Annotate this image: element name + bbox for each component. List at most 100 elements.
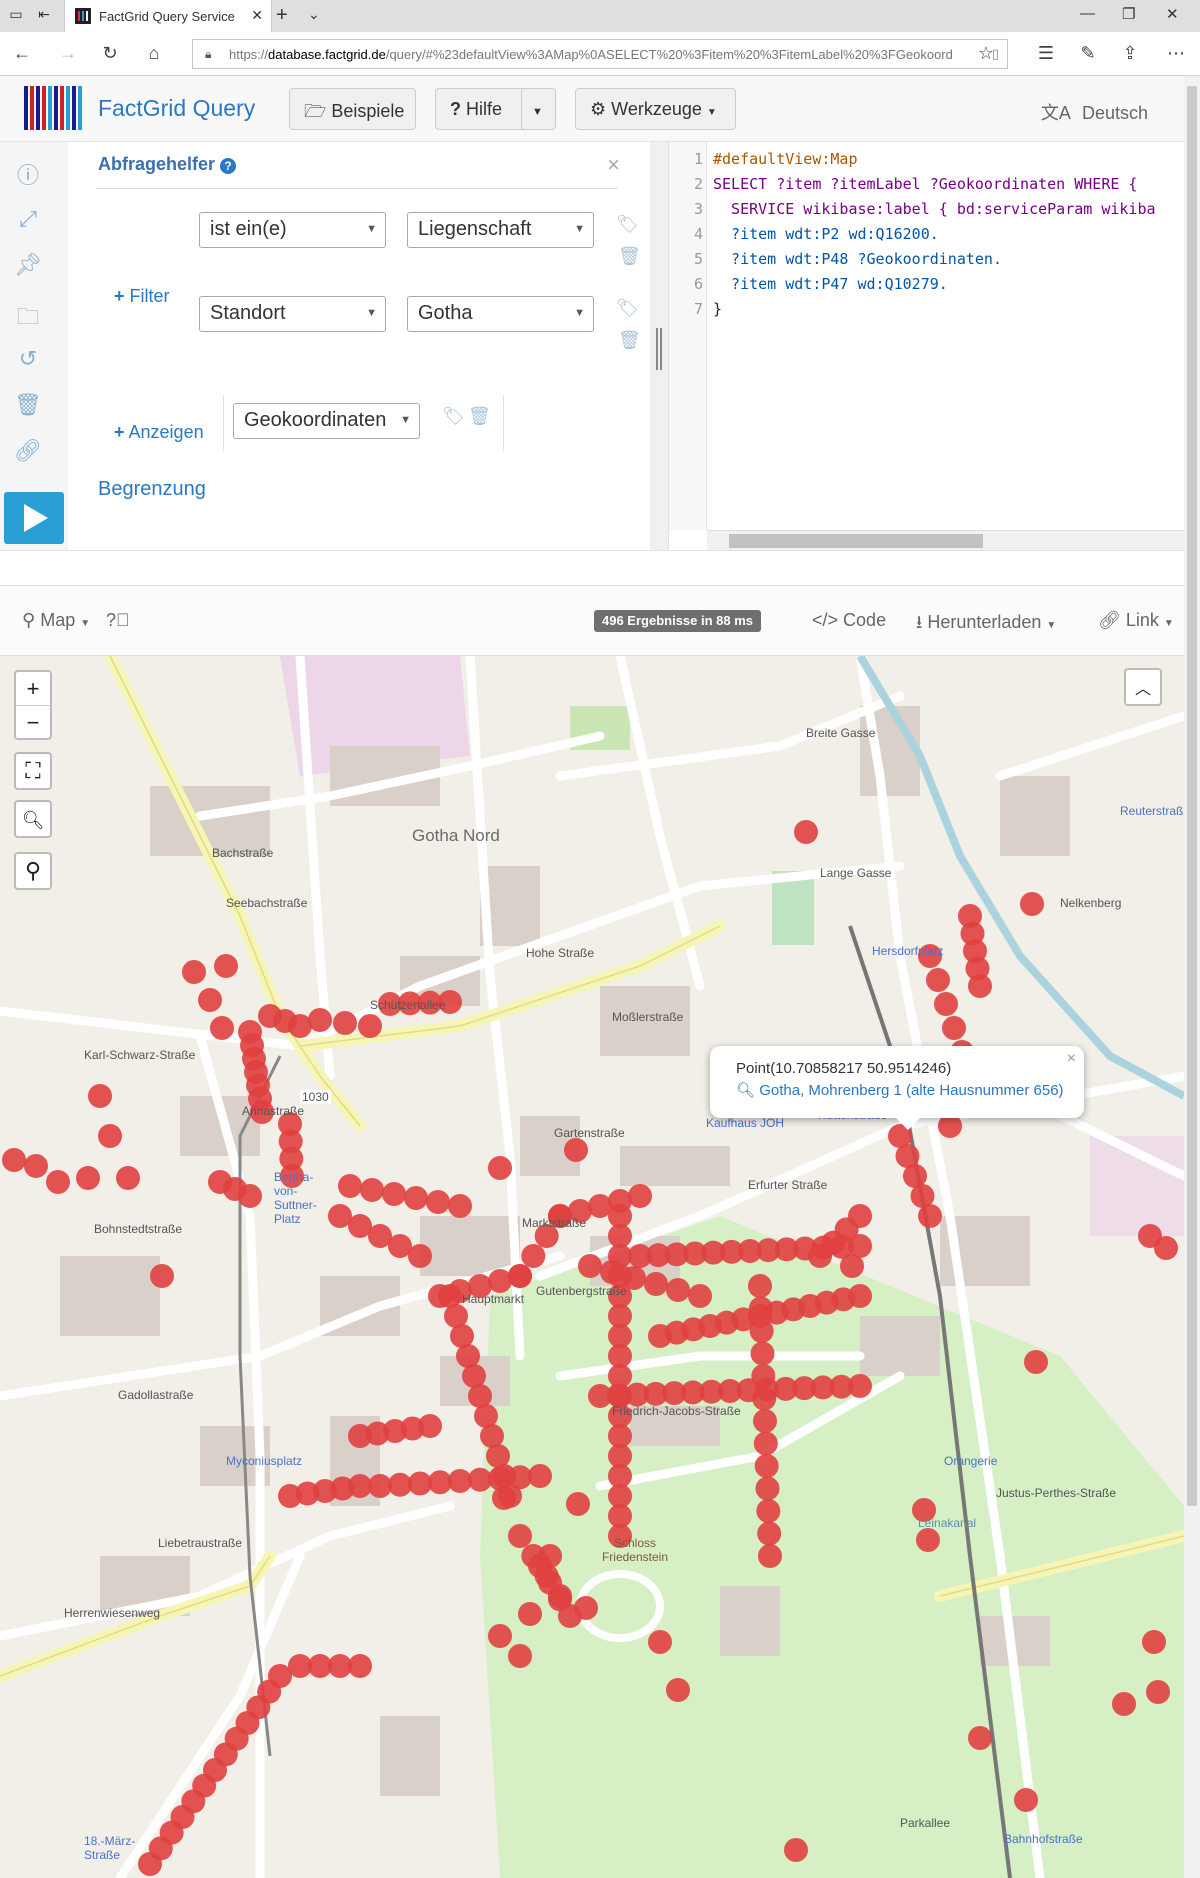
- home-icon[interactable]: ⌂: [142, 43, 166, 64]
- examples-button[interactable]: 🗁︎ Beispiele: [289, 88, 416, 130]
- more-icon[interactable]: ⋯: [1164, 43, 1188, 64]
- restore-icon[interactable]: ❐: [1122, 5, 1135, 23]
- tab-actions-icon[interactable]: ▭: [6, 6, 26, 26]
- result-marker[interactable]: [751, 1364, 776, 1388]
- link-icon[interactable]: 🔗︎: [13, 438, 43, 468]
- info-icon[interactable]: ⓘ: [13, 158, 43, 188]
- pin-icon[interactable]: 📌︎: [13, 252, 43, 282]
- result-marker[interactable]: [116, 1166, 140, 1190]
- result-marker[interactable]: [968, 1726, 992, 1750]
- fullscreen-icon[interactable]: ⤢: [13, 206, 43, 236]
- result-marker[interactable]: [408, 1244, 432, 1268]
- add-show-button[interactable]: + Anzeigen: [114, 422, 204, 443]
- result-marker[interactable]: [488, 1156, 512, 1180]
- result-marker[interactable]: [358, 1014, 382, 1038]
- zoom-box-button[interactable]: 🔍︎: [14, 800, 52, 838]
- fullscreen-map-button[interactable]: ⛶: [14, 752, 52, 790]
- result-marker[interactable]: [488, 1269, 512, 1293]
- result-marker[interactable]: [578, 1254, 602, 1278]
- result-marker[interactable]: [360, 1178, 384, 1202]
- result-marker[interactable]: [1112, 1692, 1136, 1716]
- code-button[interactable]: </> Code: [812, 610, 886, 631]
- result-marker[interactable]: [628, 1184, 652, 1208]
- result-marker[interactable]: [848, 1374, 872, 1398]
- code-line[interactable]: SELECT ?item ?itemLabel ?Geokoordinaten …: [713, 175, 1137, 193]
- result-marker[interactable]: [46, 1170, 70, 1194]
- result-marker[interactable]: [528, 1464, 552, 1488]
- url-field[interactable]: 🔒︎ https://database.factgrid.de/query/#%…: [192, 39, 1008, 69]
- download-button[interactable]: ⭳ Herunterladen ▼: [916, 610, 1056, 640]
- browser-tab[interactable]: FactGrid Query Service ✕: [64, 0, 272, 32]
- result-marker[interactable]: [1020, 892, 1044, 916]
- filter-2-property-select[interactable]: Standort ▼: [199, 296, 386, 332]
- result-marker[interactable]: [926, 968, 950, 992]
- scroll-thumb[interactable]: [1187, 86, 1197, 1506]
- minimize-icon[interactable]: —: [1080, 5, 1095, 22]
- favorite-star-icon[interactable]: ☆: [974, 43, 998, 64]
- result-marker[interactable]: [308, 1008, 332, 1032]
- result-marker[interactable]: [784, 1838, 808, 1862]
- code-line[interactable]: ?item wdt:P47 wd:Q10279.: [713, 275, 948, 293]
- language-selector[interactable]: 文A Deutsch: [1041, 99, 1148, 125]
- help-dropdown-button[interactable]: ▼: [521, 88, 556, 130]
- app-title[interactable]: FactGrid Query: [98, 95, 255, 122]
- result-marker[interactable]: [564, 1138, 588, 1162]
- result-marker[interactable]: [238, 1184, 262, 1208]
- result-marker[interactable]: [749, 1319, 774, 1343]
- link-button[interactable]: 🔗︎ Link ▼: [1098, 610, 1174, 631]
- result-marker[interactable]: [916, 1528, 940, 1552]
- result-marker[interactable]: [448, 1194, 472, 1218]
- result-marker[interactable]: [753, 1431, 778, 1456]
- result-marker[interactable]: [348, 1474, 372, 1498]
- result-marker[interactable]: [24, 1154, 48, 1178]
- help-circle-icon[interactable]: ?: [220, 158, 237, 174]
- code-line[interactable]: SERVICE wikibase:label { bd:serviceParam…: [713, 200, 1155, 218]
- result-marker[interactable]: [848, 1204, 872, 1228]
- run-query-button[interactable]: [4, 492, 64, 544]
- trash-icon[interactable]: 🗑︎: [618, 246, 641, 267]
- result-marker[interactable]: [755, 1476, 780, 1501]
- result-marker[interactable]: [98, 1124, 122, 1148]
- result-marker[interactable]: [752, 1386, 777, 1411]
- result-marker[interactable]: [934, 992, 958, 1016]
- back-icon[interactable]: ←: [10, 43, 34, 64]
- history-icon[interactable]: ↺: [13, 346, 43, 376]
- view-selector[interactable]: ⚲ Map ▼: [22, 610, 90, 631]
- new-tab-icon[interactable]: +: [276, 4, 288, 27]
- scroll-thumb[interactable]: [729, 534, 983, 548]
- tools-button[interactable]: ⚙ Werkzeuge ▼: [575, 88, 736, 130]
- result-marker[interactable]: [794, 820, 818, 844]
- helper-close-icon[interactable]: ×: [607, 152, 620, 178]
- share-icon[interactable]: ⇪: [1118, 43, 1142, 64]
- tab-close-icon[interactable]: ✕: [251, 7, 263, 24]
- locate-button[interactable]: ⚲: [14, 852, 52, 890]
- result-marker[interactable]: [644, 1272, 668, 1296]
- popup-close-icon[interactable]: ×: [1067, 1050, 1076, 1068]
- result-marker[interactable]: [150, 1264, 174, 1288]
- result-marker[interactable]: [1024, 1350, 1048, 1374]
- map-tiles[interactable]: [0, 656, 1184, 1878]
- collapse-map-button[interactable]: ︿: [1124, 668, 1162, 706]
- trash-icon[interactable]: 🗑︎: [468, 406, 491, 427]
- result-marker[interactable]: [382, 1182, 406, 1206]
- trash-icon[interactable]: 🗑︎: [618, 330, 641, 351]
- result-map[interactable]: Gotha Nord Breite Gasse Bachstraße Seeba…: [0, 656, 1184, 1878]
- tab-back-icon[interactable]: ⇤: [34, 6, 54, 26]
- result-marker[interactable]: [214, 954, 238, 978]
- result-marker[interactable]: [508, 1644, 532, 1668]
- result-marker[interactable]: [488, 1624, 512, 1648]
- result-marker[interactable]: [666, 1678, 690, 1702]
- factgrid-logo[interactable]: [24, 86, 86, 130]
- result-marker[interactable]: [688, 1284, 712, 1308]
- result-marker[interactable]: [348, 1654, 372, 1678]
- filter-2-value-select[interactable]: Gotha ▼: [407, 296, 594, 332]
- code-line[interactable]: #defaultView:Map: [713, 150, 858, 168]
- result-marker[interactable]: [918, 1204, 942, 1228]
- result-marker[interactable]: [518, 1602, 542, 1626]
- folder-icon[interactable]: 🗀︎: [13, 300, 43, 330]
- result-marker[interactable]: [750, 1341, 775, 1366]
- tag-icon[interactable]: 🏷︎: [442, 406, 465, 427]
- chevron-down-icon[interactable]: ⌄: [308, 6, 320, 23]
- code-line[interactable]: ?item wdt:P48 ?Geokoordinaten.: [713, 250, 1002, 268]
- code-line[interactable]: }: [713, 300, 722, 318]
